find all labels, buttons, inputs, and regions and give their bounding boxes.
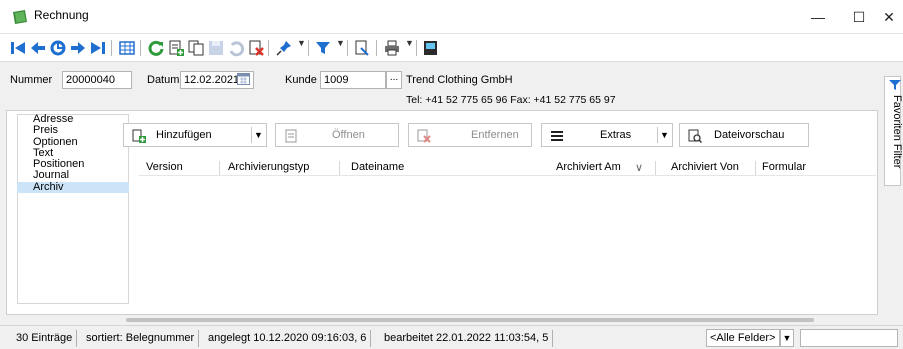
status-record-count: 30 Einträge xyxy=(12,330,78,347)
delete-record-icon[interactable] xyxy=(247,39,265,57)
close-button[interactable]: ✕ xyxy=(866,0,903,34)
document-header: Nummer 20000040 Datum 12.02.2021 Kunde 1… xyxy=(6,66,878,108)
status-edited: bearbeitet 22.01.2022 11:03:54, 5 xyxy=(380,330,554,347)
refresh-icon[interactable] xyxy=(147,39,165,57)
toolbar-separator xyxy=(308,40,309,56)
sort-descending-icon: ∨ xyxy=(635,162,644,174)
last-record-icon[interactable] xyxy=(89,39,107,57)
column-header-archivierungstyp[interactable]: Archivierungstyp xyxy=(228,161,309,173)
field-filter-dropdown-icon[interactable]: ▼ xyxy=(780,329,794,347)
app-icon xyxy=(13,10,27,24)
print-icon[interactable] xyxy=(383,39,401,57)
toolbar-separator xyxy=(140,40,141,56)
toolbar-separator xyxy=(376,40,377,56)
window-title: Rechnung xyxy=(34,8,89,22)
column-divider[interactable] xyxy=(655,161,656,175)
column-header-archiviert-am[interactable]: Archiviert Am xyxy=(556,161,621,173)
datum-label: Datum xyxy=(147,74,180,86)
add-button[interactable]: Hinzufügen ▼ xyxy=(123,123,267,147)
add-file-icon xyxy=(132,129,146,143)
nummer-field[interactable]: 20000040 xyxy=(62,71,132,89)
first-record-icon[interactable] xyxy=(9,39,27,57)
remove-file-icon xyxy=(417,129,431,143)
undo-icon[interactable] xyxy=(227,39,245,57)
memo-icon[interactable] xyxy=(422,39,440,57)
favorites-filter-label: Favoriten Filter xyxy=(891,95,903,169)
save-icon[interactable] xyxy=(207,39,225,57)
kunde-contact: Tel: +41 52 775 65 96 Fax: +41 52 775 65… xyxy=(406,94,616,106)
preview-button[interactable]: Dateivorschau xyxy=(679,123,809,147)
filter-icon[interactable] xyxy=(314,39,332,57)
favorites-filter-tab[interactable]: Favoriten Filter xyxy=(884,76,903,186)
document-link-icon[interactable] xyxy=(353,39,371,57)
column-divider[interactable] xyxy=(339,161,340,175)
open-button[interactable]: Öffnen xyxy=(275,123,399,147)
status-created: angelegt 10.12.2020 09:16:03, 6 xyxy=(204,330,372,347)
column-divider[interactable] xyxy=(755,161,756,175)
nav-item-preis[interactable]: Preis xyxy=(17,124,129,136)
pin-icon[interactable] xyxy=(275,39,293,57)
toolbar-separator xyxy=(111,40,112,56)
preview-file-icon xyxy=(688,129,702,143)
field-filter-select[interactable]: <Alle Felder> xyxy=(706,329,780,347)
horizontal-scrollbar[interactable] xyxy=(6,316,878,324)
new-record-icon[interactable] xyxy=(167,39,185,57)
status-sort: sortiert: Belegnummer xyxy=(82,330,200,347)
calendar-icon[interactable] xyxy=(237,73,250,85)
column-header-dateiname[interactable]: Dateiname xyxy=(351,161,404,173)
add-button-label: Hinzufügen xyxy=(156,129,212,141)
preview-button-label: Dateivorschau xyxy=(714,129,785,141)
pin-dropdown-icon[interactable]: ▼ xyxy=(297,38,306,48)
scrollbar-thumb[interactable] xyxy=(126,318,814,322)
filter-icon xyxy=(889,80,901,90)
extras-dropdown-icon[interactable]: ▼ xyxy=(657,127,671,143)
archive-grid: Version Archivierungstyp Dateiname Archi… xyxy=(139,159,876,309)
next-record-icon[interactable] xyxy=(69,39,87,57)
column-header-version[interactable]: Version xyxy=(146,161,183,173)
extras-button-label: Extras xyxy=(600,129,632,141)
remove-button[interactable]: Entfernen xyxy=(408,123,532,147)
toolbar-separator xyxy=(347,40,348,56)
toolbar-separator xyxy=(268,40,269,56)
main-toolbar: ▼ ▼ ▼ xyxy=(0,34,903,62)
add-dropdown-icon[interactable]: ▼ xyxy=(251,127,265,143)
section-nav: Adresse Preis Optionen Text Positionen J… xyxy=(17,113,129,194)
print-dropdown-icon[interactable]: ▼ xyxy=(405,38,414,48)
remove-button-label: Entfernen xyxy=(471,129,519,141)
nummer-label: Nummer xyxy=(10,74,53,86)
search-input[interactable] xyxy=(800,329,898,347)
grid-header: Version Archivierungstyp Dateiname Archi… xyxy=(139,159,876,176)
open-button-label: Öffnen xyxy=(332,129,365,141)
status-bar: 30 Einträge sortiert: Belegnummer angele… xyxy=(0,325,903,349)
previous-record-icon[interactable] xyxy=(29,39,47,57)
toolbar-separator xyxy=(416,40,417,56)
kunde-label: Kunde xyxy=(285,74,317,86)
table-view-icon[interactable] xyxy=(118,39,136,57)
kunde-name: Trend Clothing GmbH xyxy=(406,74,513,86)
kunde-lookup-button[interactable]: ... xyxy=(386,71,402,89)
column-header-archiviert-von[interactable]: Archiviert Von xyxy=(671,161,739,173)
open-file-icon xyxy=(285,129,297,143)
content-panel: Adresse Preis Optionen Text Positionen J… xyxy=(6,110,878,315)
search-record-icon[interactable] xyxy=(49,39,67,57)
minimize-button[interactable]: — xyxy=(795,0,841,34)
kunde-field[interactable]: 1009 xyxy=(320,71,386,89)
extras-button[interactable]: Extras ▼ xyxy=(541,123,673,147)
filter-dropdown-icon[interactable]: ▼ xyxy=(336,38,345,48)
column-header-formular[interactable]: Formular xyxy=(762,161,806,173)
column-divider[interactable] xyxy=(219,161,220,175)
nav-item-archiv[interactable]: Archiv xyxy=(17,181,129,194)
menu-lines-icon xyxy=(551,131,563,141)
copy-record-icon[interactable] xyxy=(187,39,205,57)
title-bar: Rechnung — ☐ ✕ xyxy=(0,0,903,34)
side-dock: Favoriten Filter xyxy=(880,66,903,316)
